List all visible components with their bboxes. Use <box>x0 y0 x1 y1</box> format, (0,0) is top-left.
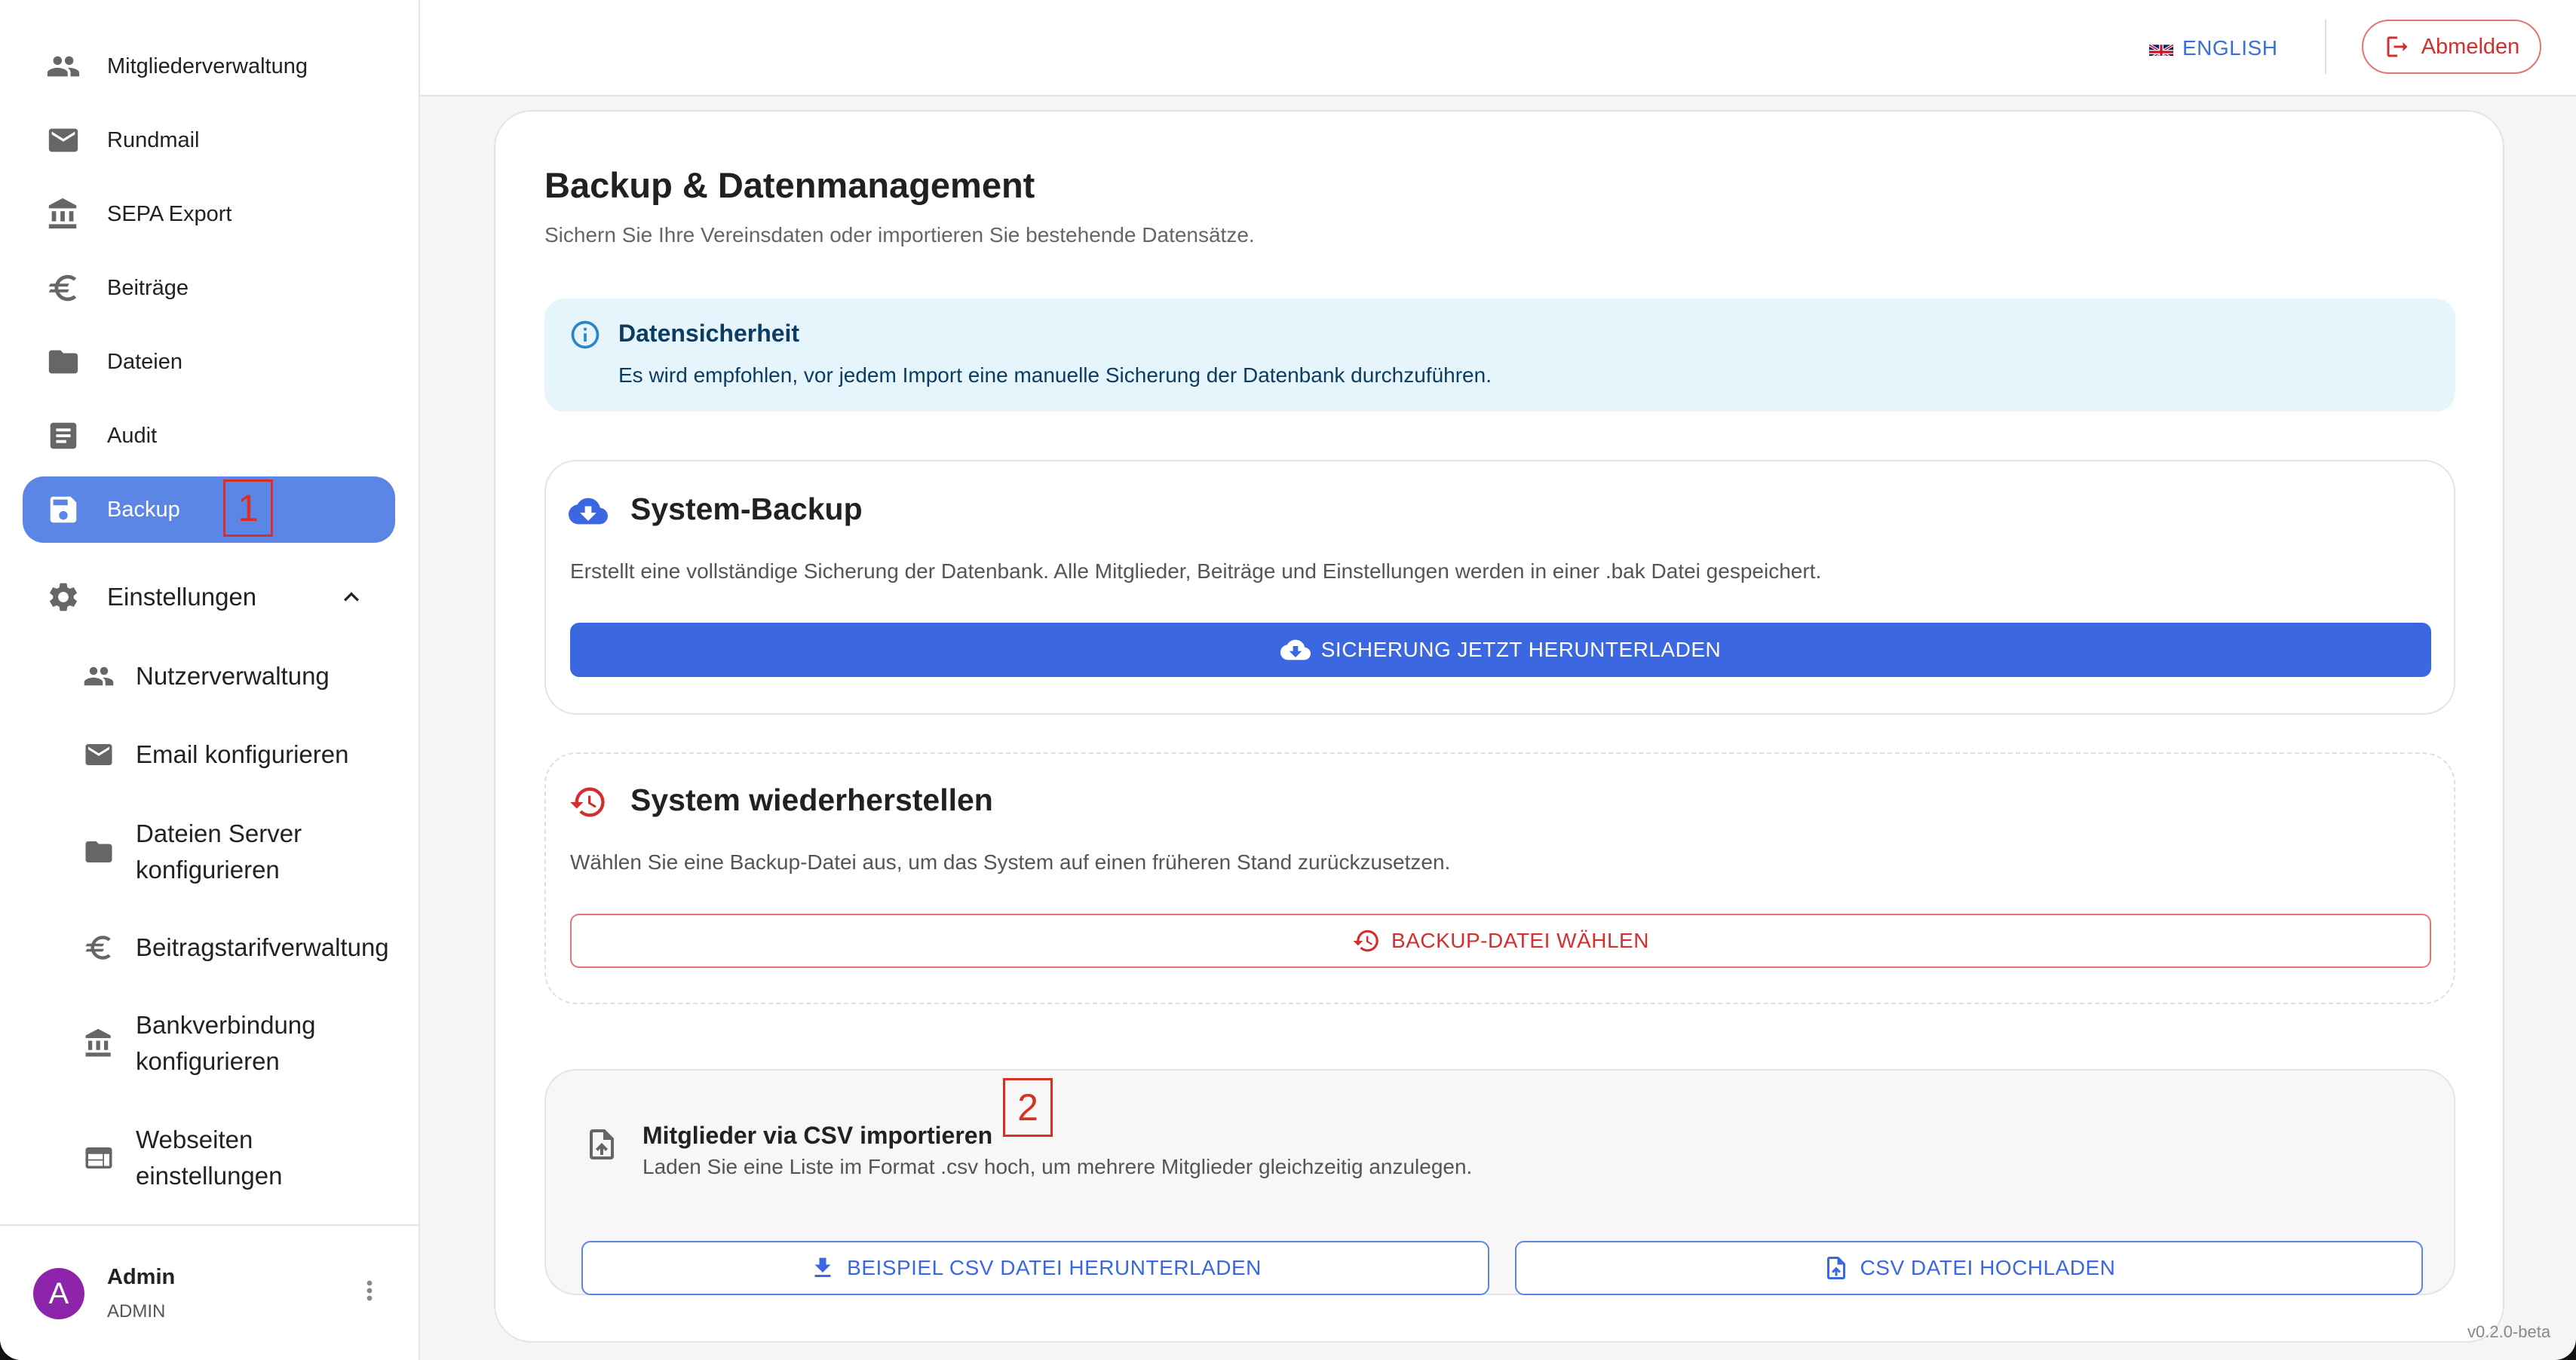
cloud-download-icon <box>569 492 608 531</box>
annotation-marker-2: 2 <box>1003 1078 1053 1137</box>
section-title: System wiederherstellen <box>630 783 993 817</box>
sidebar-item-dateien[interactable]: Dateien <box>23 329 395 395</box>
gear-icon <box>45 579 81 615</box>
sidebar-subitem-nutzerverwaltung[interactable]: Nutzerverwaltung <box>23 657 395 695</box>
logout-button[interactable]: Abmelden <box>2362 20 2541 74</box>
system-backup-section: System-Backup Erstellt eine vollständige… <box>544 460 2455 715</box>
sidebar-item-label: SEPA Export <box>107 201 232 226</box>
bank-icon <box>45 196 81 232</box>
sidebar-subitem-label: Webseiten einstellungen <box>136 1126 283 1190</box>
alert-title: Datensicherheit <box>618 320 800 347</box>
info-alert: Datensicherheit Es wird empfohlen, vor j… <box>544 299 2455 412</box>
language-label: ENGLISH <box>2182 36 2278 60</box>
download-sample-csv-button[interactable]: BEISPIEL CSV DATEI HERUNTERLADEN <box>581 1241 1489 1295</box>
sidebar-item-label: Backup <box>107 497 180 522</box>
upload-csv-button[interactable]: CSV DATEI HOCHLADEN <box>1515 1241 2423 1295</box>
folder-icon <box>81 835 116 869</box>
section-title: Mitglieder via CSV importieren <box>642 1122 993 1149</box>
restore-icon <box>1353 930 1378 952</box>
sidebar-subitem-email-konfigurieren[interactable]: Email konfigurieren <box>23 736 395 773</box>
system-restore-section: System wiederherstellen Wählen Sie eine … <box>544 752 2455 1004</box>
euro-icon <box>45 270 81 306</box>
download-backup-button[interactable]: SICHERUNG JETZT HERUNTERLADEN <box>570 623 2431 677</box>
more-vert-icon[interactable] <box>354 1276 385 1306</box>
chevron-up-icon[interactable] <box>336 582 366 612</box>
section-title: System-Backup <box>630 492 863 526</box>
sidebar-subitem-beitragstarifverwaltung[interactable]: Beitragstarifverwaltung <box>23 929 395 966</box>
logout-label: Abmelden <box>2421 34 2520 59</box>
sidebar-item-backup[interactable]: Backup <box>23 476 395 543</box>
save-icon <box>45 492 81 528</box>
page-subtitle: Sichern Sie Ihre Vereinsdaten oder impor… <box>544 223 1255 247</box>
button-label: CSV DATEI HOCHLADEN <box>1860 1256 2116 1279</box>
divider <box>2325 20 2326 74</box>
sidebar-item-label: Dateien <box>107 349 182 374</box>
sidebar-subitem-label: Email konfigurieren <box>136 740 349 768</box>
download-icon <box>814 1257 831 1277</box>
restore-icon <box>569 783 608 822</box>
avatar[interactable]: A <box>33 1268 84 1319</box>
people-icon <box>45 48 81 84</box>
user-profile: A Admin ADMIN <box>0 1224 419 1360</box>
section-description: Laden Sie eine Liste im Format .csv hoch… <box>642 1155 1473 1178</box>
app-window: Mitgliederverwaltung Rundmail SEPA Expor… <box>0 0 2576 1360</box>
csv-import-section: Mitglieder via CSV importieren Laden Sie… <box>544 1069 2455 1295</box>
annotation-marker-1: 1 <box>223 479 273 537</box>
version-label: v0.2.0-beta <box>2467 1322 2551 1341</box>
logout-icon <box>2387 36 2408 57</box>
sidebar-subitem-dateien-server[interactable]: Dateien Server konfigurieren <box>23 816 395 888</box>
button-label: SICHERUNG JETZT HERUNTERLADEN <box>1320 638 1722 661</box>
sidebar-item-einstellungen[interactable]: Einstellungen <box>23 564 395 630</box>
sidebar-item-label: Mitgliederverwaltung <box>107 54 308 78</box>
sidebar-item-rundmail[interactable]: Rundmail <box>23 107 395 173</box>
file-upload-icon <box>1826 1257 1845 1279</box>
sidebar-subitem-label: Nutzerverwaltung <box>136 662 330 690</box>
user-role: ADMIN <box>107 1301 166 1322</box>
sidebar-item-mitgliederverwaltung[interactable]: Mitgliederverwaltung <box>23 33 395 100</box>
info-icon <box>569 318 602 351</box>
section-description: Erstellt eine vollständige Sicherung der… <box>570 559 1822 583</box>
sidebar: Mitgliederverwaltung Rundmail SEPA Expor… <box>0 0 420 1360</box>
language-button[interactable]: ENGLISH <box>2149 33 2277 63</box>
sidebar-subitem-bankverbindung[interactable]: Bankverbindung konfigurieren <box>23 1007 395 1080</box>
cloud-download-icon <box>1280 639 1311 660</box>
top-bar: ENGLISH Abmelden <box>420 0 2576 96</box>
bank-icon <box>81 1026 116 1061</box>
sidebar-subitem-label: Beitragstarifverwaltung <box>136 933 389 961</box>
alert-text: Es wird empfohlen, vor jedem Import eine… <box>618 363 1492 387</box>
sidebar-item-sepa-export[interactable]: SEPA Export <box>23 181 395 247</box>
people-icon <box>81 659 116 694</box>
main-card: Backup & Datenmanagement Sichern Sie Ihr… <box>494 110 2504 1343</box>
sidebar-item-beitraege[interactable]: Beiträge <box>23 255 395 321</box>
section-description: Wählen Sie eine Backup-Datei aus, um das… <box>570 850 1451 874</box>
mail-icon <box>81 737 116 772</box>
file-upload-icon <box>584 1126 620 1162</box>
document-icon <box>45 418 81 454</box>
sidebar-item-audit[interactable]: Audit <box>23 403 395 469</box>
folder-icon <box>45 344 81 380</box>
web-icon <box>81 1141 116 1175</box>
sidebar-subitem-label: Dateien Server konfigurieren <box>136 819 302 884</box>
sidebar-item-label: Rundmail <box>107 127 200 152</box>
mail-icon <box>45 122 81 158</box>
sidebar-subitem-label: Bankverbindung konfigurieren <box>136 1011 316 1075</box>
uk-flag-icon <box>2149 41 2173 56</box>
sidebar-item-label: Beiträge <box>107 275 189 300</box>
button-label: BACKUP-DATEI WÄHLEN <box>1391 929 1649 952</box>
sidebar-subitem-webseiten-einstellungen[interactable]: Webseiten einstellungen <box>23 1122 395 1194</box>
button-label: BEISPIEL CSV DATEI HERUNTERLADEN <box>847 1256 1262 1279</box>
euro-icon <box>81 930 116 965</box>
sidebar-item-label: Einstellungen <box>107 583 257 611</box>
page-title: Backup & Datenmanagement <box>544 165 1035 205</box>
user-name: Admin <box>107 1265 176 1289</box>
sidebar-item-label: Audit <box>107 423 158 448</box>
choose-backup-file-button[interactable]: BACKUP-DATEI WÄHLEN <box>570 914 2431 968</box>
